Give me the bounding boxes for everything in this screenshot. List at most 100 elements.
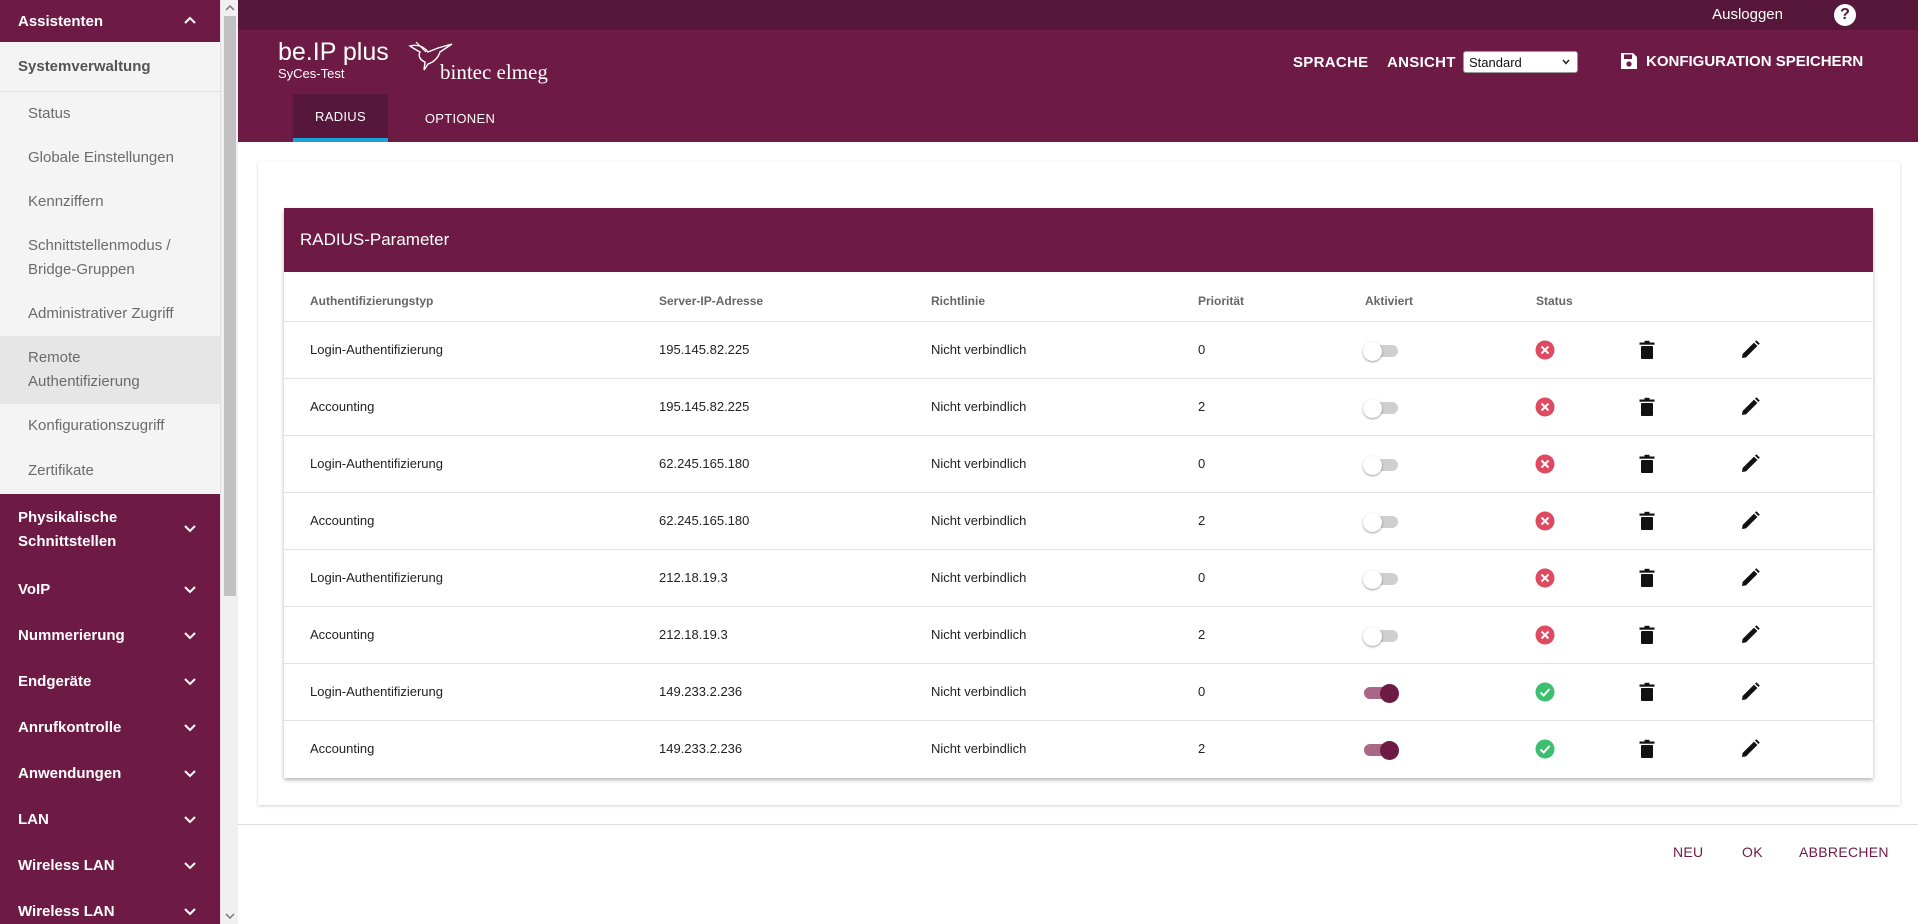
- chevron-down-icon: [184, 525, 196, 533]
- column-status[interactable]: Status: [1536, 294, 1573, 308]
- card-title: RADIUS-Parameter: [284, 208, 1873, 272]
- table-row: Accounting 212.18.19.3 Nicht verbindlich…: [284, 607, 1873, 664]
- sidebar-group-anwendungen[interactable]: Anwendungen: [0, 750, 220, 796]
- pencil-icon[interactable]: [1739, 339, 1761, 361]
- column-aktiviert[interactable]: Aktiviert: [1365, 294, 1413, 308]
- sidebar-item-status[interactable]: Status: [0, 92, 220, 136]
- pencil-icon[interactable]: [1739, 567, 1761, 589]
- enabled-toggle[interactable]: [1363, 342, 1398, 361]
- scroll-down-icon[interactable]: [224, 910, 236, 922]
- scrollbar-thumb[interactable]: [224, 16, 236, 596]
- sidebar-item-globale-einstellungen[interactable]: Globale Einstellungen: [0, 136, 220, 180]
- tab-optionen[interactable]: OPTIONEN: [405, 94, 515, 142]
- error-circle-icon: [1535, 568, 1555, 588]
- save-configuration-button[interactable]: KONFIGURATION SPEICHERN: [1620, 52, 1863, 70]
- enabled-toggle[interactable]: [1364, 684, 1399, 703]
- help-icon[interactable]: ?: [1834, 4, 1856, 26]
- enabled-toggle[interactable]: [1363, 399, 1398, 418]
- language-menu[interactable]: SPRACHE: [1293, 54, 1368, 71]
- enabled-toggle[interactable]: [1363, 570, 1398, 589]
- sidebar-group-anrufkontrolle[interactable]: Anrufkontrolle: [0, 704, 220, 750]
- chevron-down-icon: [184, 632, 196, 640]
- chevron-down-icon: [1562, 59, 1570, 65]
- pencil-icon[interactable]: [1739, 681, 1761, 703]
- sidebar-group-label: Assistenten: [18, 12, 104, 30]
- enabled-toggle[interactable]: [1363, 627, 1398, 646]
- sidebar-item-schnittstellenmodus[interactable]: Schnittstellenmodus / Bridge-Gruppen: [0, 224, 220, 292]
- cancel-button[interactable]: ABBRECHEN: [1799, 844, 1889, 860]
- column-richtlinie[interactable]: Richtlinie: [931, 294, 985, 308]
- tab-radius[interactable]: RADIUS: [293, 94, 388, 142]
- enabled-toggle[interactable]: [1363, 456, 1398, 475]
- sidebar-group-wireless-lan-2[interactable]: Wireless LAN: [0, 888, 220, 924]
- cell-type: Login-Authentifizierung: [310, 456, 443, 471]
- trash-icon[interactable]: [1636, 453, 1658, 475]
- table-row: Login-Authentifizierung 195.145.82.225 N…: [284, 322, 1873, 379]
- cell-type: Login-Authentifizierung: [310, 342, 443, 357]
- trash-icon[interactable]: [1636, 738, 1658, 760]
- check-circle-icon: [1535, 682, 1555, 702]
- trash-icon[interactable]: [1636, 681, 1658, 703]
- table-row: Login-Authentifizierung 212.18.19.3 Nich…: [284, 550, 1873, 607]
- error-circle-icon: [1535, 625, 1555, 645]
- cell-priority: 0: [1198, 570, 1206, 585]
- toggle-knob: [1363, 513, 1382, 532]
- logout-link[interactable]: Ausloggen: [1712, 6, 1783, 23]
- cell-priority: 0: [1198, 342, 1206, 357]
- toggle-knob: [1380, 684, 1399, 703]
- column-prioritaet[interactable]: Priorität: [1198, 294, 1244, 308]
- new-button[interactable]: NEU: [1673, 844, 1703, 860]
- sidebar-section-systemverwaltung: Systemverwaltung Status Globale Einstell…: [0, 42, 220, 494]
- pencil-icon[interactable]: [1739, 510, 1761, 532]
- sidebar-item-kennziffern[interactable]: Kennziffern: [0, 180, 220, 224]
- sidebar-group-physikalische-schnittstellen[interactable]: Physikalische Schnittstellen: [0, 494, 220, 566]
- cell-priority: 2: [1198, 513, 1206, 528]
- save-configuration-label: KONFIGURATION SPEICHERN: [1646, 52, 1864, 70]
- sidebar-item-zertifikate[interactable]: Zertifikate: [0, 448, 220, 494]
- sidebar-group-lan[interactable]: LAN: [0, 796, 220, 842]
- sidebar-group-nummerierung[interactable]: Nummerierung: [0, 612, 220, 658]
- sidebar: Assistenten Systemverwaltung Status Glob…: [0, 0, 220, 924]
- pencil-icon[interactable]: [1739, 624, 1761, 646]
- ok-button[interactable]: OK: [1742, 844, 1763, 860]
- cell-ip: 212.18.19.3: [659, 570, 728, 585]
- pencil-icon[interactable]: [1739, 738, 1761, 760]
- sidebar-group-assistenten[interactable]: Assistenten: [0, 0, 220, 42]
- trash-icon[interactable]: [1636, 510, 1658, 532]
- content-panel: RADIUS-Parameter Authentifizierungstyp S…: [258, 162, 1900, 805]
- table-row: Login-Authentifizierung 62.245.165.180 N…: [284, 436, 1873, 493]
- sidebar-group-wireless-lan[interactable]: Wireless LAN: [0, 842, 220, 888]
- scroll-up-icon[interactable]: [224, 2, 236, 14]
- pencil-icon[interactable]: [1739, 453, 1761, 475]
- trash-icon[interactable]: [1636, 567, 1658, 589]
- enabled-toggle[interactable]: [1363, 513, 1398, 532]
- cell-policy: Nicht verbindlich: [931, 570, 1027, 585]
- pencil-icon[interactable]: [1739, 396, 1761, 418]
- sidebar-scrollbar[interactable]: [220, 0, 238, 924]
- sidebar-item-konfigurationszugriff[interactable]: Konfigurationszugriff: [0, 404, 220, 448]
- sidebar-item-administrativer-zugriff[interactable]: Administrativer Zugriff: [0, 292, 220, 336]
- table-row: Accounting 149.233.2.236 Nicht verbindli…: [284, 721, 1873, 778]
- sidebar-item-remote-authentifizierung[interactable]: Remote Authentifizierung: [0, 336, 220, 404]
- cell-policy: Nicht verbindlich: [931, 741, 1027, 756]
- column-server-ip[interactable]: Server-IP-Adresse: [659, 294, 763, 308]
- enabled-toggle[interactable]: [1364, 741, 1399, 760]
- sidebar-group-systemverwaltung[interactable]: Systemverwaltung: [0, 42, 220, 92]
- cell-ip: 149.233.2.236: [659, 684, 743, 699]
- chevron-down-icon: [184, 724, 196, 732]
- cell-ip: 62.245.165.180: [659, 456, 750, 471]
- check-circle-icon: [1535, 739, 1555, 759]
- trash-icon[interactable]: [1636, 339, 1658, 361]
- error-circle-icon: [1535, 340, 1555, 360]
- view-select[interactable]: Standard: [1463, 51, 1578, 73]
- top-bar: Ausloggen ?: [238, 0, 1918, 30]
- trash-icon[interactable]: [1636, 624, 1658, 646]
- column-authentifizierungstyp[interactable]: Authentifizierungstyp: [310, 294, 433, 308]
- logo-text: bintec elmeg: [440, 60, 548, 84]
- trash-icon[interactable]: [1636, 396, 1658, 418]
- sidebar-group-voip[interactable]: VoIP: [0, 566, 220, 612]
- table-row: Accounting 62.245.165.180 Nicht verbindl…: [284, 493, 1873, 550]
- sidebar-group-endgeraete[interactable]: Endgeräte: [0, 658, 220, 704]
- toggle-knob: [1380, 741, 1399, 760]
- radius-parameter-card: RADIUS-Parameter Authentifizierungstyp S…: [284, 208, 1873, 778]
